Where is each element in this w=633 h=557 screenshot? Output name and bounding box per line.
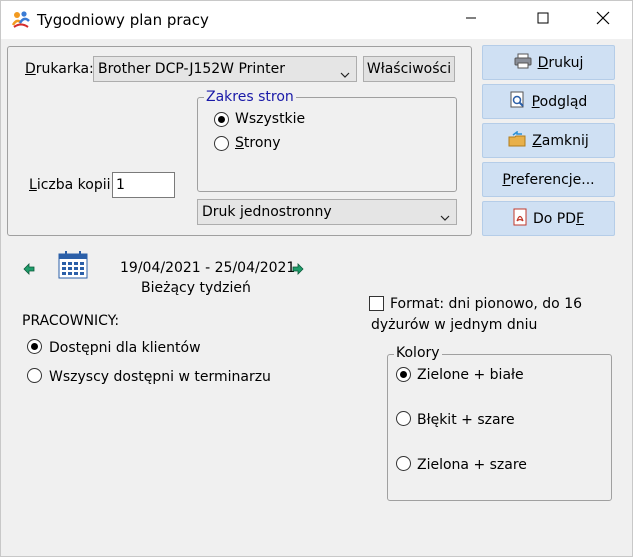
- print-button-label: Drukuj: [537, 54, 584, 71]
- close-icon: [596, 11, 610, 29]
- window-title: Tygodniowy plan pracy: [37, 11, 209, 29]
- format-checkbox[interactable]: [369, 296, 384, 311]
- app-people-icon: [11, 10, 31, 30]
- preview-button[interactable]: Podgląd: [482, 84, 615, 119]
- preview-button-label: Podgląd: [531, 93, 588, 110]
- maximize-button[interactable]: [520, 1, 566, 39]
- radio-color-green-grey[interactable]: [396, 456, 411, 471]
- employees-heading: PRACOWNICY:: [22, 313, 120, 329]
- chevron-down-icon: [340, 66, 350, 78]
- print-dialog-window: Tygodniowy plan pracy Drukarka: Brother …: [0, 0, 633, 557]
- close-button[interactable]: Zamknij: [482, 123, 615, 158]
- format-label-line2: dyżurów w jednym dniu: [371, 317, 538, 333]
- radio-color-green-white[interactable]: [396, 367, 411, 382]
- period-range: 19/04/2021 - 25/04/2021: [120, 260, 296, 276]
- printer-label: Drukarka:: [25, 61, 94, 77]
- radio-employees-all-label: Wszyscy dostępni w terminarzu: [49, 369, 271, 385]
- pdf-button[interactable]: Do PDF: [482, 201, 615, 236]
- minimize-button[interactable]: [448, 1, 494, 39]
- pdf-button-label: Do PDF: [532, 210, 585, 227]
- radio-color-blue-grey-label: Błękit + szare: [417, 412, 515, 428]
- window-close-button[interactable]: [580, 1, 626, 39]
- printer-select[interactable]: Brother DCP-J152W Printer: [93, 56, 357, 82]
- radio-color-green-grey-label: Zielona + szare: [417, 457, 527, 473]
- print-button[interactable]: Drukuj: [482, 45, 615, 80]
- copies-input[interactable]: 1: [112, 172, 175, 198]
- radio-employees-all[interactable]: [27, 368, 42, 383]
- calendar-icon[interactable]: [58, 251, 88, 283]
- preview-icon: [510, 91, 526, 113]
- preferences-button[interactable]: Preferencje...: [482, 162, 615, 197]
- printer-icon: [514, 53, 532, 73]
- radio-color-blue-grey[interactable]: [396, 411, 411, 426]
- duplex-select[interactable]: Druk jednostronny: [197, 199, 457, 225]
- folder-close-icon: [508, 130, 526, 151]
- radio-all-pages[interactable]: [214, 112, 229, 127]
- copies-label: Liczba kopii:: [29, 177, 116, 193]
- page-range-legend: Zakres stron: [204, 89, 296, 105]
- radio-pages[interactable]: [214, 136, 229, 151]
- chevron-down-icon: [440, 209, 450, 221]
- printer-select-value: Brother DCP-J152W Printer: [98, 61, 286, 77]
- maximize-icon: [537, 12, 549, 28]
- arrow-right-icon[interactable]: [292, 263, 304, 279]
- arrow-left-icon[interactable]: [23, 263, 35, 279]
- radio-all-pages-label: Wszystkie: [235, 111, 306, 127]
- radio-employees-clients[interactable]: [27, 339, 42, 354]
- radio-pages-label: Strony: [235, 135, 281, 151]
- preferences-button-label: Preferencje...: [502, 171, 595, 188]
- pdf-icon: [513, 208, 527, 230]
- close-button-label: Zamknij: [532, 132, 589, 149]
- period-caption: Bieżący tydzień: [141, 280, 251, 296]
- format-label-line1: Format: dni pionowo, do 16: [390, 296, 583, 312]
- minimize-icon: [465, 12, 477, 28]
- printer-properties-button[interactable]: Właściwości: [363, 56, 455, 82]
- radio-color-green-white-label: Zielone + białe: [417, 367, 524, 383]
- title-bar: Tygodniowy plan pracy: [1, 1, 632, 39]
- duplex-select-value: Druk jednostronny: [202, 204, 332, 220]
- radio-employees-clients-label: Dostępni dla klientów: [49, 340, 201, 356]
- colors-legend: Kolory: [394, 345, 442, 361]
